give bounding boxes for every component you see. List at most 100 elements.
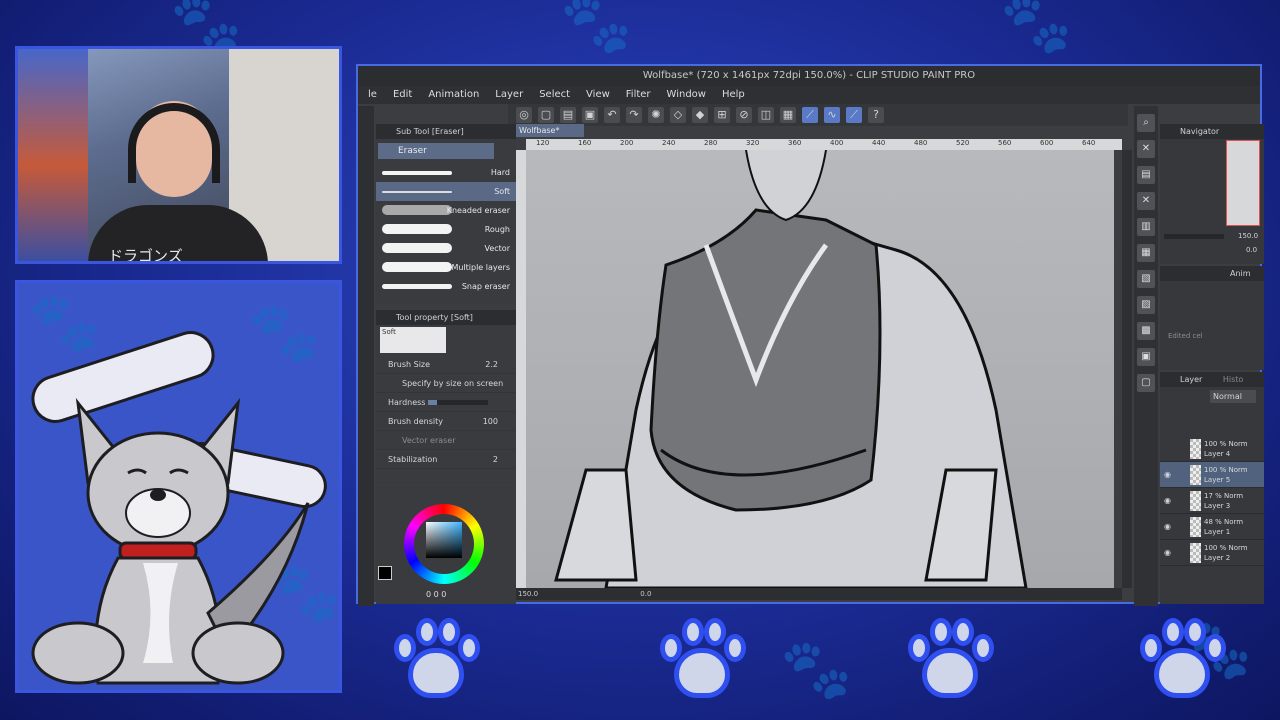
- menu-help[interactable]: Help: [714, 86, 753, 104]
- ruler-tick: 480: [914, 139, 928, 147]
- layer-thumbnail: [1190, 465, 1201, 485]
- stroke-preview-icon: [382, 171, 452, 175]
- panel-icon[interactable]: ▢: [1137, 374, 1155, 392]
- streamer-shirt: ドラゴンズ: [88, 205, 268, 261]
- panel-icon[interactable]: ▤: [1137, 166, 1155, 184]
- panel-icon[interactable]: ▩: [1137, 322, 1155, 340]
- transform-icon[interactable]: ⊞: [714, 107, 730, 123]
- stroke-preview-icon: [382, 243, 452, 253]
- blend-mode-select[interactable]: Normal: [1210, 390, 1256, 403]
- panel-icon[interactable]: ▧: [1137, 270, 1155, 288]
- ruler-tick: 240: [662, 139, 676, 147]
- layer-toolbar: [1160, 406, 1264, 436]
- main-color-swatch[interactable]: [378, 566, 392, 580]
- curve-icon[interactable]: ∿: [824, 107, 840, 123]
- snap-icon[interactable]: ⟋: [846, 107, 862, 123]
- new-file-icon[interactable]: ▢: [538, 107, 554, 123]
- menu-animation[interactable]: Animation: [420, 86, 487, 104]
- clip-studio-window: Wolfbase* (720 x 1461px 72dpi 150.0%) - …: [356, 64, 1264, 606]
- loading-icon[interactable]: ✺: [648, 107, 664, 123]
- tab-layer[interactable]: Layer: [1180, 375, 1202, 384]
- layer-row[interactable]: ◉ 100 % Norm Layer 2: [1160, 540, 1264, 566]
- tab-history[interactable]: Histo: [1223, 375, 1243, 384]
- layer-row[interactable]: ◉ 17 % Norm Layer 3: [1160, 488, 1264, 514]
- menu-select[interactable]: Select: [531, 86, 578, 104]
- canvas-tab[interactable]: Wolfbase*: [516, 124, 584, 137]
- animation-header: Anim: [1160, 266, 1264, 281]
- specify-size-checkbox[interactable]: Specify by size on screen: [376, 374, 516, 393]
- visibility-eye-icon[interactable]: ◉: [1164, 470, 1171, 480]
- hardness-slider[interactable]: [428, 400, 488, 405]
- navigator-header: Navigator: [1160, 124, 1264, 139]
- ruler-tick: 560: [998, 139, 1012, 147]
- close-icon[interactable]: ✕: [1137, 140, 1155, 158]
- save-icon[interactable]: ▣: [582, 107, 598, 123]
- deselect-icon[interactable]: ⊘: [736, 107, 752, 123]
- menu-layer[interactable]: Layer: [487, 86, 531, 104]
- panel-icon[interactable]: ▨: [1137, 296, 1155, 314]
- navigator-angle[interactable]: 0.0: [1246, 246, 1257, 254]
- color-wheel[interactable]: [404, 504, 484, 584]
- edited-cel-label: Edited cel: [1168, 332, 1203, 340]
- paw-print-icon: [1132, 614, 1232, 708]
- brush-size-row[interactable]: Brush Size 2.2: [376, 355, 516, 374]
- canvas-scrollbar[interactable]: [1122, 150, 1132, 588]
- layer-row[interactable]: ◉ 48 % Norm Layer 1: [1160, 514, 1264, 540]
- undo-icon[interactable]: ↶: [604, 107, 620, 123]
- panel-icon[interactable]: ▣: [1137, 348, 1155, 366]
- hardness-row[interactable]: Hardness: [376, 393, 516, 412]
- layer-thumbnail: [1190, 517, 1201, 537]
- vector-eraser-row[interactable]: Vector eraser: [376, 431, 516, 450]
- menu-edit[interactable]: Edit: [385, 86, 420, 104]
- fill-icon[interactable]: ◆: [692, 107, 708, 123]
- clip-studio-icon[interactable]: ◎: [516, 107, 532, 123]
- brush-rough[interactable]: Rough: [376, 220, 516, 239]
- background-paw-icon: 🐾: [1000, 0, 1073, 57]
- visibility-eye-icon[interactable]: ◉: [1164, 522, 1171, 532]
- window-title: Wolfbase* (720 x 1461px 72dpi 150.0%) - …: [358, 66, 1260, 86]
- layer-thumbnail: [1190, 439, 1201, 459]
- navigator-zoom[interactable]: 150.0: [1238, 232, 1258, 240]
- panel-icon[interactable]: ▦: [1137, 244, 1155, 262]
- clear-icon[interactable]: ◇: [670, 107, 686, 123]
- visibility-eye-icon[interactable]: ◉: [1164, 548, 1171, 558]
- background-paw-icon: 🐾: [248, 298, 321, 366]
- drawing-canvas[interactable]: [526, 150, 1114, 588]
- ruler-tick: 360: [788, 139, 802, 147]
- brush-kneaded[interactable]: Kneaded eraser: [376, 201, 516, 220]
- open-file-icon[interactable]: ▤: [560, 107, 576, 123]
- tool-property-panel: Tool property [Soft] Soft Brush Size 2.2 …: [376, 310, 516, 485]
- zoom-readout[interactable]: 150.0: [518, 590, 538, 598]
- layer-row[interactable]: 100 % Norm Layer 4: [1160, 436, 1264, 462]
- navigator-zoom-slider[interactable]: [1164, 234, 1224, 239]
- brush-hard[interactable]: Hard: [376, 163, 516, 182]
- brush-snap[interactable]: Snap eraser: [376, 277, 516, 296]
- panel-icon[interactable]: ▥: [1137, 218, 1155, 236]
- eraser-tab[interactable]: Eraser: [378, 143, 494, 159]
- stabilization-row[interactable]: Stabilization 2: [376, 450, 516, 469]
- stabilize-icon[interactable]: ⟋: [802, 107, 818, 123]
- stroke-preview-icon: [382, 224, 452, 234]
- selection-icon[interactable]: ▦: [780, 107, 796, 123]
- ruler-tick: 440: [872, 139, 886, 147]
- menu-file[interactable]: le: [360, 86, 385, 104]
- close-icon[interactable]: ✕: [1137, 192, 1155, 210]
- menu-view[interactable]: View: [578, 86, 618, 104]
- help-icon[interactable]: ?: [868, 107, 884, 123]
- saturation-value-square[interactable]: [426, 522, 462, 558]
- tool-column: [358, 106, 374, 606]
- menu-filter[interactable]: Filter: [618, 86, 659, 104]
- brush-multiple-layers[interactable]: Multiple layers: [376, 258, 516, 277]
- tool-property-header: Tool property [Soft]: [376, 310, 516, 325]
- brush-vector[interactable]: Vector: [376, 239, 516, 258]
- brush-density-row[interactable]: Brush density 100: [376, 412, 516, 431]
- angle-readout[interactable]: 0.0: [640, 590, 651, 598]
- menu-window[interactable]: Window: [659, 86, 714, 104]
- navigator-preview[interactable]: [1226, 140, 1260, 226]
- search-icon[interactable]: ⌕: [1137, 114, 1155, 132]
- layer-row[interactable]: ◉ 100 % Norm Layer 5: [1160, 462, 1264, 488]
- redo-icon[interactable]: ↷: [626, 107, 642, 123]
- visibility-eye-icon[interactable]: ◉: [1164, 496, 1171, 506]
- invert-icon[interactable]: ◫: [758, 107, 774, 123]
- brush-soft[interactable]: Soft: [376, 182, 516, 201]
